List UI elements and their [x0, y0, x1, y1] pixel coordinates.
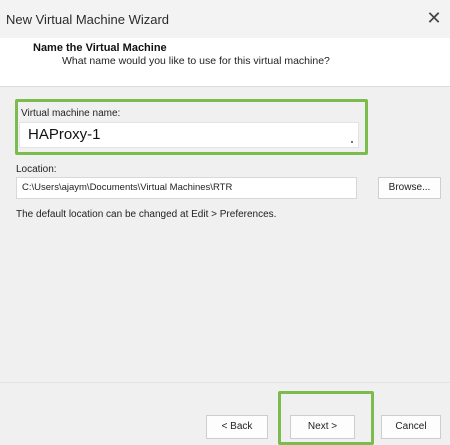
wizard-header: Name the Virtual Machine What name would…: [0, 38, 450, 86]
page-title: Name the Virtual Machine: [33, 42, 167, 54]
text-caret: [351, 141, 353, 143]
vm-name-value: HAProxy-1: [28, 126, 101, 143]
close-icon[interactable]: ✕: [422, 6, 446, 30]
back-button[interactable]: < Back: [206, 415, 268, 439]
window-title: New Virtual Machine Wizard: [6, 12, 170, 27]
wizard-body: Virtual machine name: HAProxy-1 Location…: [0, 87, 450, 382]
location-hint: The default location can be changed at E…: [16, 209, 277, 220]
next-button[interactable]: Next >: [290, 415, 355, 439]
page-subtitle: What name would you like to use for this…: [62, 55, 330, 67]
new-vm-wizard-window: New Virtual Machine Wizard ✕ Name the Vi…: [0, 0, 450, 445]
vm-name-input[interactable]: HAProxy-1: [19, 122, 359, 148]
wizard-footer: < Back Next > Cancel: [0, 383, 450, 445]
cancel-button[interactable]: Cancel: [381, 415, 441, 439]
location-label: Location:: [16, 164, 57, 175]
location-input[interactable]: C:\Users\ajaym\Documents\Virtual Machine…: [16, 177, 357, 199]
title-bar: New Virtual Machine Wizard ✕: [0, 0, 450, 38]
vm-name-label: Virtual machine name:: [21, 108, 121, 119]
browse-button[interactable]: Browse...: [378, 177, 441, 199]
location-value: C:\Users\ajaym\Documents\Virtual Machine…: [22, 182, 233, 193]
